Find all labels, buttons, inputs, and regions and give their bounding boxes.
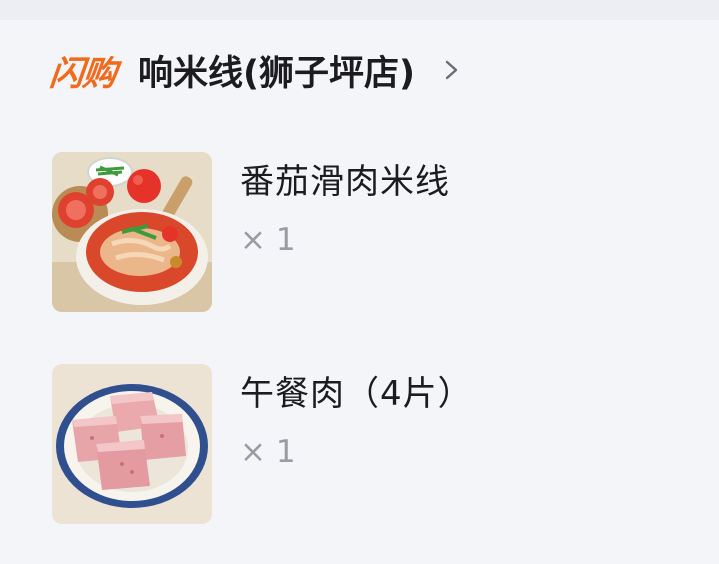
- luncheon-meat-image: [52, 364, 212, 524]
- shangou-logo: 闪购: [47, 53, 118, 94]
- top-strip: [0, 0, 719, 20]
- chevron-right-icon: [441, 60, 461, 80]
- item-quantity: × 1: [240, 434, 296, 470]
- store-name: 响米线(狮子坪店): [138, 53, 415, 94]
- order-item[interactable]: 番茄滑肉米线 × 1: [52, 152, 692, 312]
- store-header[interactable]: 闪购 响米线(狮子坪店): [47, 44, 461, 96]
- item-name: 番茄滑肉米线: [240, 162, 450, 202]
- item-quantity: × 1: [240, 222, 296, 258]
- item-name: 午餐肉（4片）: [240, 374, 473, 414]
- tomato-noodle-image: [52, 152, 212, 312]
- order-item[interactable]: 午餐肉（4片） × 1: [52, 364, 692, 524]
